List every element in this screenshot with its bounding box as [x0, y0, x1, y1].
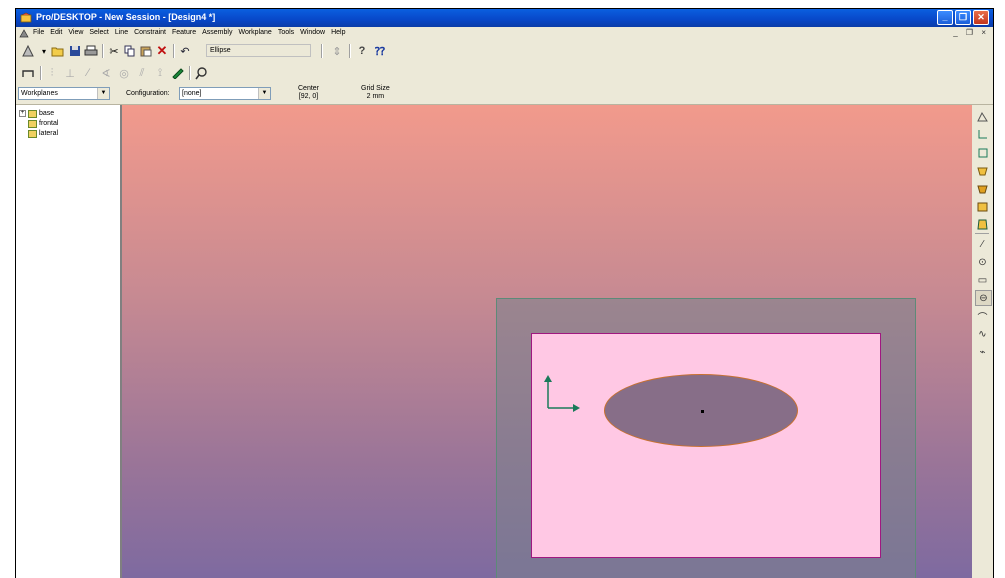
- workplane-icon: [28, 129, 37, 138]
- menu-assembly[interactable]: Assembly: [202, 29, 232, 36]
- menu-file[interactable]: File: [33, 29, 44, 36]
- menu-tools[interactable]: Tools: [278, 29, 294, 36]
- menu-view[interactable]: View: [68, 29, 83, 36]
- toolbar-separator: [321, 44, 323, 58]
- rectangle-tool-icon[interactable]: ▭: [975, 273, 990, 287]
- perpendicular-icon: ⊥: [65, 67, 75, 80]
- cut-icon[interactable]: ✂: [106, 43, 122, 59]
- toolbar-separator: [975, 233, 989, 234]
- configuration-value: [none]: [182, 90, 202, 97]
- line-icon: ∕: [87, 67, 89, 79]
- toolbar-separator: [173, 44, 175, 58]
- configuration-label: Configuration:: [126, 90, 170, 97]
- tree-item-label: lateral: [39, 130, 59, 137]
- help-disabled-icon: ⇕: [332, 45, 342, 58]
- print-icon[interactable]: [83, 43, 99, 59]
- extrude-icon[interactable]: [975, 109, 990, 123]
- dropdown-arrow-icon[interactable]: ▼: [258, 88, 270, 99]
- polyline-tool-icon[interactable]: ⌁: [975, 345, 990, 359]
- toolbar-separator: [189, 66, 191, 80]
- constraint-icon: ⫶: [50, 66, 54, 79]
- axis-icon[interactable]: [975, 127, 990, 141]
- expand-icon[interactable]: +: [19, 110, 26, 117]
- toolbar-separator: [349, 44, 351, 58]
- sketch-toolbar: ⫶ ⊥ ∕ ∢ ◎ ⫽ ⟟: [16, 62, 993, 84]
- app-window: Pro/DESKTOP - New Session - [Design4 *] …: [15, 8, 994, 578]
- grid-size-label: Grid Size: [361, 85, 390, 92]
- grid-size-readout: Grid Size 2 mm: [361, 85, 390, 101]
- menu-workplane[interactable]: Workplane: [238, 29, 271, 36]
- copy-icon[interactable]: [122, 43, 138, 59]
- line-tool-icon[interactable]: ∕: [975, 237, 990, 251]
- workplane-icon[interactable]: [975, 145, 990, 159]
- workplane-icon: [28, 109, 37, 118]
- document-icon[interactable]: [19, 28, 30, 39]
- tree-item-label: base: [39, 110, 55, 117]
- ellipse-sketch[interactable]: [604, 374, 798, 447]
- menu-select[interactable]: Select: [89, 29, 108, 36]
- title-bar[interactable]: Pro/DESKTOP - New Session - [Design4 *] …: [16, 9, 993, 27]
- spline-tool-icon[interactable]: ∿: [975, 327, 990, 341]
- workplane-icon: [28, 119, 37, 128]
- browser-mode-dropdown[interactable]: Workplanes ▼: [18, 87, 110, 100]
- tree-item-lateral[interactable]: lateral: [28, 129, 58, 138]
- mdi-controls[interactable]: _ ❐ ×: [953, 28, 989, 37]
- close-button[interactable]: ✕: [973, 10, 989, 25]
- open-folder-icon[interactable]: [50, 43, 66, 59]
- grid-size-value: 2 mm: [366, 93, 385, 100]
- configuration-bar: Workplanes ▼ Configuration: [none] ▼ Cen…: [16, 84, 993, 105]
- ellipse-tool-icon[interactable]: ⊖: [975, 290, 992, 306]
- toolbar-separator: [102, 44, 104, 58]
- circle-dim-icon: ◎: [119, 67, 129, 80]
- window-title: Pro/DESKTOP - New Session - [Design4 *]: [36, 12, 216, 22]
- maximize-button[interactable]: ❐: [955, 10, 971, 25]
- paste-icon[interactable]: [138, 43, 154, 59]
- minimize-button[interactable]: _: [937, 10, 953, 25]
- design-browser: + base frontal lateral: [16, 105, 122, 578]
- menu-edit[interactable]: Edit: [50, 29, 62, 36]
- browser-mode-value: Workplanes: [21, 90, 58, 97]
- sketch-region[interactable]: [531, 333, 881, 558]
- menu-bar: File Edit View Select Line Constraint Fe…: [16, 27, 993, 40]
- menu-constraint[interactable]: Constraint: [134, 29, 166, 36]
- menu-line[interactable]: Line: [115, 29, 128, 36]
- configuration-dropdown[interactable]: [none] ▼: [179, 87, 271, 100]
- undo-icon[interactable]: ↶: [177, 43, 193, 59]
- workplane-axes-icon: [544, 375, 580, 412]
- select-lines-icon[interactable]: [20, 65, 36, 81]
- revolve-icon[interactable]: [975, 181, 990, 195]
- tangent-icon: ⟟: [157, 66, 163, 79]
- app-icon: [20, 12, 32, 23]
- tree-item-label: frontal: [39, 120, 59, 127]
- menu-feature[interactable]: Feature: [172, 29, 196, 36]
- sweep-icon[interactable]: [975, 199, 990, 213]
- design-canvas[interactable]: [122, 105, 972, 578]
- active-tool-field: Ellipse: [206, 44, 311, 57]
- menu-window[interactable]: Window: [300, 29, 325, 36]
- zoom-icon[interactable]: [193, 65, 209, 81]
- ellipse-center-point[interactable]: [701, 410, 704, 413]
- loft-icon[interactable]: [975, 217, 990, 231]
- arc-tool-icon[interactable]: ⌒: [975, 309, 990, 324]
- center-value: [92, 0]: [298, 93, 319, 100]
- feature-icon[interactable]: [975, 163, 990, 177]
- menu-help[interactable]: Help: [331, 29, 345, 36]
- tree-item-base[interactable]: + base: [19, 109, 54, 118]
- angle-icon: ∢: [101, 67, 111, 80]
- context-help-icon[interactable]: ⁇: [372, 43, 388, 59]
- pencil-icon[interactable]: [170, 65, 186, 81]
- tree-item-frontal[interactable]: frontal: [28, 119, 58, 128]
- standard-toolbar: ▾ ✂ ✕ ↶ Ellipse ⇕ ? ⁇: [16, 40, 993, 62]
- center-readout: Center [92, 0]: [298, 85, 319, 101]
- help-icon[interactable]: ?: [354, 43, 370, 59]
- delete-icon[interactable]: ✕: [154, 43, 170, 59]
- save-icon[interactable]: [67, 43, 83, 59]
- parallel-icon: ⫽: [139, 66, 145, 79]
- dropdown-arrow-icon[interactable]: ▼: [97, 88, 109, 99]
- center-label: Center: [298, 85, 320, 92]
- new-design-icon[interactable]: [20, 43, 36, 59]
- circle-tool-icon[interactable]: ⊙: [975, 255, 990, 269]
- toolbar-separator: [40, 66, 42, 80]
- feature-toolbar: ∕ ⊙ ▭ ⊖ ⌒ ∿ ⌁: [972, 105, 993, 578]
